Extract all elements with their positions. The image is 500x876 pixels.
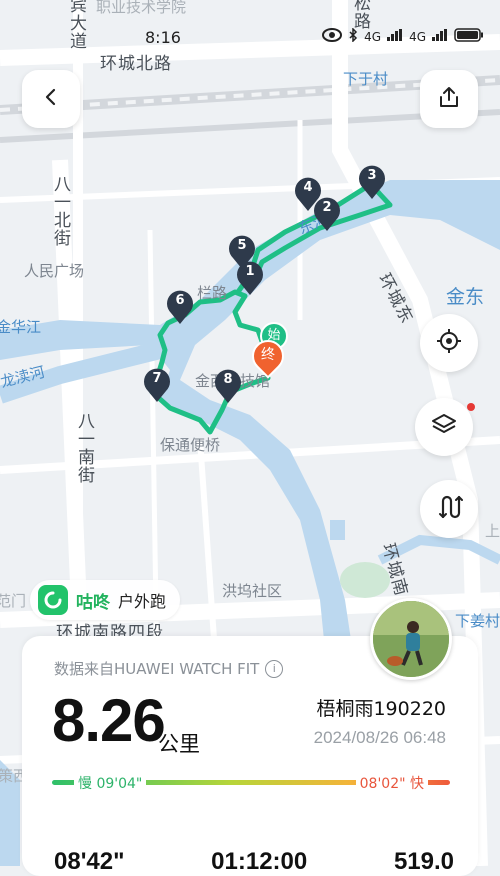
bottom-stats: 08'42" 01:12:00 519.0: [54, 848, 454, 876]
info-icon[interactable]: i: [265, 659, 284, 678]
status-time: 8:16: [145, 28, 181, 47]
pace-fast-label: 08'02" 快: [355, 773, 428, 793]
layers-button[interactable]: [415, 398, 473, 456]
signal-2-label: 4G: [409, 29, 426, 44]
map-label-lan-road: 栏路: [197, 284, 228, 302]
map-label-jindong: 金东: [446, 286, 485, 308]
map-label-fanmen: 范门: [0, 592, 27, 610]
stat-duration: 01:12:00: [211, 848, 308, 875]
notification-dot: [467, 403, 475, 411]
km-marker-6[interactable]: 6: [165, 289, 195, 325]
back-button[interactable]: [22, 70, 80, 128]
km-marker-4[interactable]: 4: [293, 176, 323, 212]
activity-mode: 户外跑: [118, 592, 167, 611]
map-label-avenue: 宾大道: [66, 0, 86, 50]
signal-1-label: 4G: [364, 29, 382, 44]
data-source-text: 数据来自HUAWEI WATCH FIT: [54, 660, 260, 678]
km-marker-5[interactable]: 5: [227, 234, 257, 270]
share-icon: [437, 85, 461, 113]
map-label-hongwu: 洪坞社区: [222, 582, 283, 600]
avatar[interactable]: [370, 598, 452, 680]
map-label-bayi-north: 八一北街: [50, 175, 70, 247]
map-label-bayi-south: 八一南街: [74, 412, 94, 484]
pace-slow-label: 慢 09'04": [74, 773, 147, 793]
chevron-left-icon: [41, 87, 61, 111]
km-marker-7[interactable]: 7: [142, 367, 172, 403]
map-label-north-ring: 环城北路: [100, 54, 172, 74]
share-button[interactable]: [420, 70, 478, 128]
brand-name: 咕咚: [76, 592, 110, 613]
km-marker-3[interactable]: 3: [357, 164, 387, 200]
pace-gradient-bar: 慢 09'04" 08'02" 快: [52, 773, 450, 793]
distance-value: 8.26: [52, 687, 166, 754]
end-marker-label: 终: [261, 347, 275, 363]
locate-button[interactable]: [420, 314, 478, 372]
stat-pace: 08'42": [54, 848, 125, 875]
bluetooth-icon: [348, 27, 358, 45]
locate-icon: [435, 327, 463, 359]
brand-pill[interactable]: 咕咚 户外跑: [30, 580, 181, 620]
username: 梧桐雨190220: [316, 698, 446, 720]
signal-2-icon: [432, 29, 448, 44]
map-label-jinhua-river: 金华江: [0, 318, 42, 336]
map-label-xiayu: 下于村: [343, 70, 389, 88]
route-icon: [435, 493, 463, 525]
map-label-renmin-square: 人民广场: [24, 262, 85, 280]
signal-1-icon: [387, 29, 403, 44]
map-label-top-road: 松路: [350, 0, 370, 30]
activity-datetime: 2024/08/26 06:48: [313, 728, 446, 747]
map-label-xiajiang: 下姜村: [455, 612, 500, 630]
layers-icon: [430, 411, 458, 443]
map-label-school: 职业技术学院: [96, 0, 187, 16]
eye-icon: [322, 28, 343, 45]
battery-icon: [454, 28, 484, 45]
stat-calories: 519.0: [393, 848, 454, 875]
status-icons: 4G 4G: [322, 27, 484, 45]
distance-unit: 公里: [158, 732, 200, 756]
map-label-edge-right: 上: [485, 522, 500, 540]
map-label-baotong-bridge: 保通便桥: [160, 436, 221, 454]
route-toggle-button[interactable]: [420, 480, 478, 538]
codoon-logo-icon: [38, 585, 68, 615]
km-marker-8[interactable]: 8: [213, 368, 243, 404]
data-source: 数据来自HUAWEI WATCH FIT i: [54, 658, 284, 679]
